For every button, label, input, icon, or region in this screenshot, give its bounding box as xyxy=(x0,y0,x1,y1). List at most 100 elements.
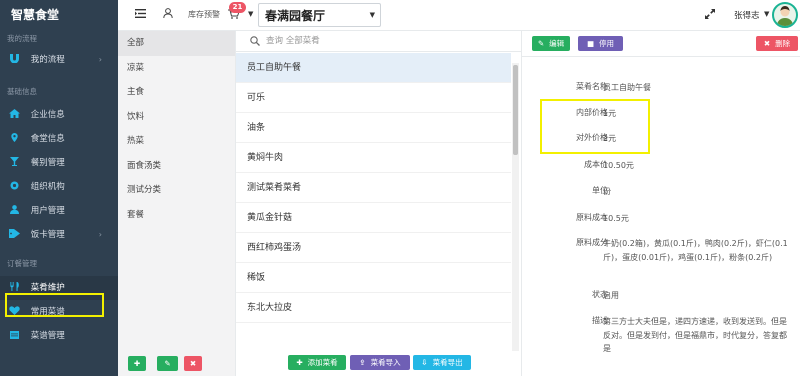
export-dish-label: 菜肴导出 xyxy=(432,358,463,367)
sidebar-section-title: 基础信息 xyxy=(7,87,37,96)
sidebar-item-common-recipes[interactable]: 常用菜谱 xyxy=(0,300,118,324)
dish-list-item[interactable]: 黄瓜金针菇 xyxy=(236,203,511,233)
tag-icon xyxy=(9,229,20,238)
export-dish-button[interactable]: ⇩ 菜肴导出 xyxy=(413,355,471,370)
category-item[interactable]: 面食汤类 xyxy=(118,154,235,179)
category-item[interactable]: 主食 xyxy=(118,80,235,105)
dish-list-item[interactable]: 员工自助午餐 xyxy=(236,53,511,83)
sidebar-item-meal-type[interactable]: 餐别管理 xyxy=(0,151,118,175)
sidebar-item-recipe-management[interactable]: 菜谱管理 xyxy=(0,324,118,348)
avatar-figure-icon xyxy=(777,6,793,26)
user-outline-icon[interactable] xyxy=(163,8,173,18)
dish-list-item[interactable]: 稀饭 xyxy=(236,263,511,293)
lock-icon: ■ xyxy=(586,39,595,48)
dish-action-bar: ✚ 添加菜肴 ⇪ 菜肴导入 ⇩ 菜肴导出 xyxy=(236,351,522,376)
user-name[interactable]: 张得志 xyxy=(734,9,760,21)
cocktail-glass-icon xyxy=(10,157,19,166)
category-item[interactable]: 凉菜 xyxy=(118,56,235,81)
edit-category-button[interactable]: ✎ xyxy=(157,356,178,371)
sidebar-item-company-info[interactable]: 企业信息 xyxy=(0,103,118,127)
dish-list-item[interactable]: 油条 xyxy=(236,113,511,143)
edit-label: 编辑 xyxy=(549,39,565,48)
caret-down-icon[interactable]: ▼ xyxy=(764,10,769,18)
sidebar-item-label: 饭卡管理 xyxy=(30,230,65,240)
stock-alert-label[interactable]: 库存预警 xyxy=(188,9,220,20)
field-value: 启用 xyxy=(603,291,619,300)
dish-list-item[interactable]: 可乐 xyxy=(236,83,511,113)
disable-button[interactable]: ■ 停用 xyxy=(578,36,623,51)
delete-label: 删除 xyxy=(775,39,791,48)
category-action-bar: ✚ ✎ ✖ xyxy=(118,351,236,376)
add-dish-button[interactable]: ✚ 添加菜肴 xyxy=(288,355,346,370)
top-bar: 库存预警 21 ▼ 春满园餐厅 ▼ 张得志 ▼ xyxy=(118,0,800,31)
caret-down-icon[interactable]: ▼ xyxy=(248,10,253,18)
sidebar-item-organization[interactable]: 组织机构 xyxy=(0,175,118,199)
sidebar-section-title: 订餐管理 xyxy=(7,259,37,268)
dish-list-scrollbar[interactable] xyxy=(512,63,519,351)
sidebar: 智慧食堂 我的流程 我的流程 › 基础信息 企业信息 食堂信息 餐别管理 组织机… xyxy=(0,0,118,376)
delete-category-button[interactable]: ✖ xyxy=(184,356,202,371)
field-value: 牛奶(0.2箱)，黄瓜(0.1斤)，鸭肉(0.2斤)，虾仁(0.1斤)，蛋皮(0… xyxy=(603,239,788,262)
category-panel: 全部 凉菜 主食 饮料 热菜 面食汤类 测试分类 套餐 ✚ ✎ ✖ xyxy=(118,31,236,376)
category-item[interactable]: 饮料 xyxy=(118,105,235,130)
user-icon xyxy=(10,205,19,214)
edit-button[interactable]: ✎ 编辑 xyxy=(532,36,570,51)
download-icon: ⇩ xyxy=(421,358,428,367)
upload-icon: ⇪ xyxy=(359,358,366,367)
cutlery-icon xyxy=(10,282,19,291)
avatar[interactable] xyxy=(772,2,798,28)
sidebar-item-label: 菜谱管理 xyxy=(30,331,65,341)
field-value: 10.50元 xyxy=(603,161,634,170)
plus-icon: ✚ xyxy=(133,359,141,368)
sidebar-item-canteen-info[interactable]: 食堂信息 xyxy=(0,127,118,151)
menu-toggle-icon[interactable] xyxy=(135,9,146,18)
dish-list: 员工自助午餐 可乐 油条 黄焖牛肉 测试菜肴菜肴 黄瓜金针菇 西红柿鸡蛋汤 稀饭… xyxy=(236,53,511,350)
sidebar-item-label: 常用菜谱 xyxy=(30,307,65,317)
expand-icon[interactable] xyxy=(705,9,715,19)
store-select[interactable]: 春满园餐厅 ▼ xyxy=(258,3,381,27)
delete-button[interactable]: ✖ 删除 xyxy=(756,36,798,51)
sidebar-item-dish-maintenance[interactable]: 菜肴维护 xyxy=(0,276,118,300)
category-item[interactable]: 套餐 xyxy=(118,203,235,228)
chevron-right-icon: › xyxy=(98,55,102,64)
app-brand: 智慧食堂 xyxy=(11,8,60,22)
dish-search xyxy=(236,31,522,52)
sidebar-item-label: 我的流程 xyxy=(30,55,65,65)
store-select-value: 春满园餐厅 xyxy=(265,9,326,23)
add-category-button[interactable]: ✚ xyxy=(128,356,146,371)
sidebar-item-label: 餐别管理 xyxy=(30,158,65,168)
caret-down-icon: ▼ xyxy=(369,11,375,19)
sidebar-section-title: 我的流程 xyxy=(7,34,37,43)
divider xyxy=(522,56,800,57)
disable-label: 停用 xyxy=(599,39,615,48)
sidebar-item-label: 组织机构 xyxy=(30,182,65,192)
dish-list-item[interactable]: 测试菜肴菜肴 xyxy=(236,173,511,203)
map-marker-icon xyxy=(11,133,18,142)
field-value: 2元 xyxy=(603,134,617,143)
sidebar-item-user-management[interactable]: 用户管理 xyxy=(0,199,118,223)
plus-icon: ✚ xyxy=(296,358,303,367)
edit-icon: ✎ xyxy=(164,359,171,368)
calendar-icon xyxy=(10,331,19,339)
heart-icon xyxy=(9,306,20,315)
import-dish-button[interactable]: ⇪ 菜肴导入 xyxy=(350,355,410,370)
field-value: 第三方士大夫但是，递四方速递，收到发送到。但是反对。但是发到付，但是福鼎市，时代… xyxy=(603,317,787,353)
home-icon xyxy=(9,109,20,118)
category-item[interactable]: 热菜 xyxy=(118,129,235,154)
dish-list-item[interactable]: 西红柿鸡蛋汤 xyxy=(236,233,511,263)
sidebar-item-my-flow[interactable]: 我的流程 › xyxy=(0,48,118,72)
search-input[interactable] xyxy=(266,33,496,49)
dish-list-item[interactable]: 黄焖牛肉 xyxy=(236,143,511,173)
edit-icon: ✎ xyxy=(537,39,545,48)
magnet-icon xyxy=(10,54,19,63)
sidebar-item-meal-card[interactable]: 饭卡管理 › xyxy=(0,223,118,247)
close-icon: ✖ xyxy=(189,359,197,368)
dish-detail-panel: ✎ 编辑 ■ 停用 ✖ 删除 菜肴名称 员工自助午餐 内部价格 1元 对外价格 2元 … xyxy=(522,31,800,376)
search-icon xyxy=(250,36,260,46)
scrollbar-thumb[interactable] xyxy=(513,65,518,155)
dish-list-item[interactable]: 东北大拉皮 xyxy=(236,293,511,323)
field-value: 10.5元 xyxy=(603,214,629,223)
category-item[interactable]: 全部 xyxy=(118,31,235,56)
dish-panel: 员工自助午餐 可乐 油条 黄焖牛肉 测试菜肴菜肴 黄瓜金针菇 西红柿鸡蛋汤 稀饭… xyxy=(236,31,522,376)
category-item[interactable]: 测试分类 xyxy=(118,178,235,203)
